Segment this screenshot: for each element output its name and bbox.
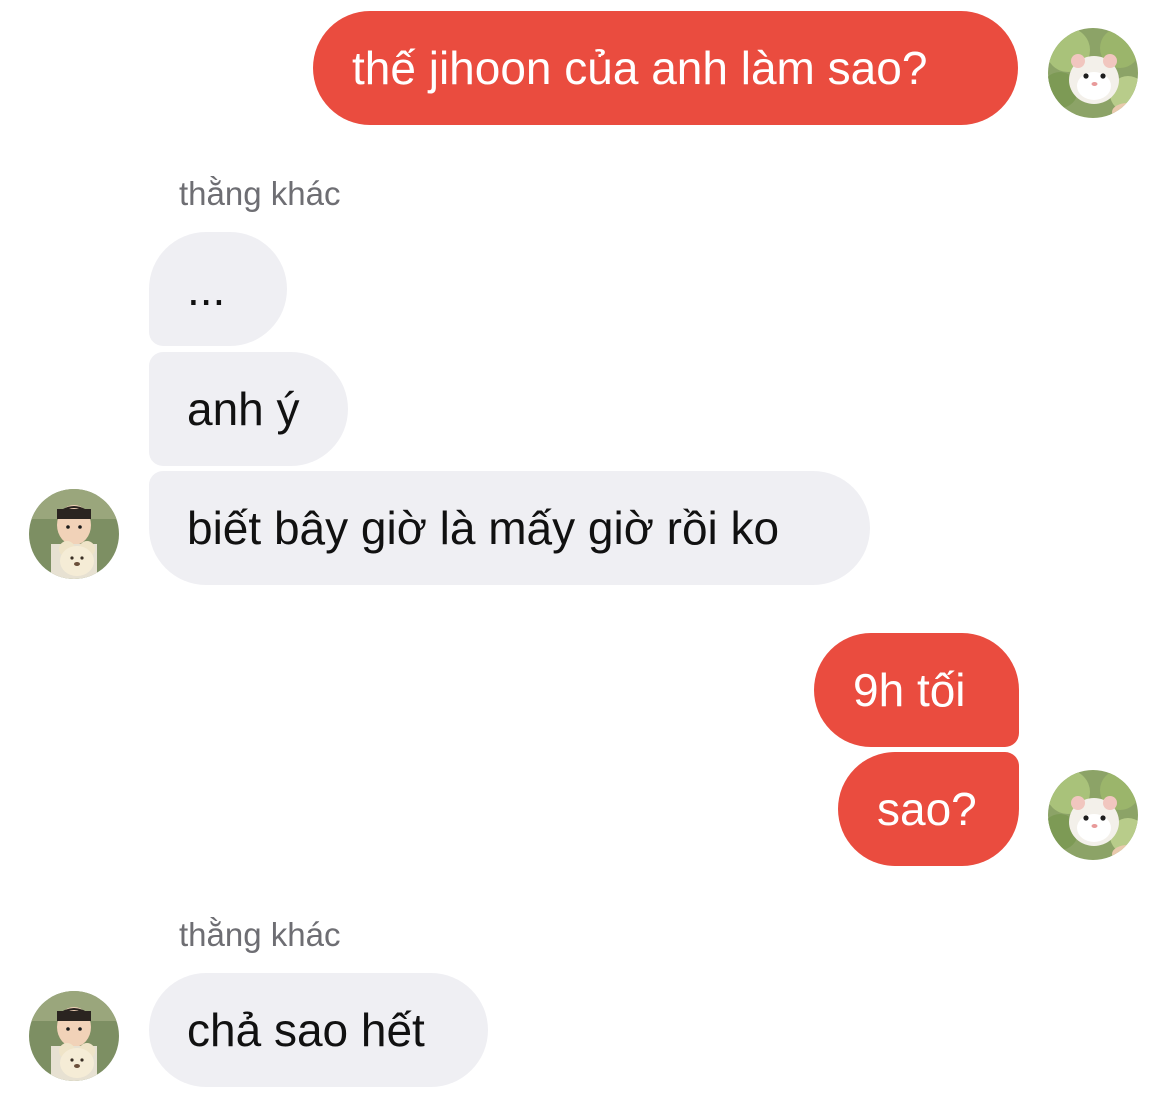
incoming-message-bubble[interactable]: ... [149,232,287,346]
self-avatar[interactable] [1048,28,1138,118]
sender-name: thằng khác [179,175,341,212]
contact-avatar[interactable] [29,991,119,1081]
child-teddy-avatar-image [29,489,119,579]
message-text: sao? [877,783,977,835]
incoming-message-bubble[interactable]: chả sao hết [149,973,488,1087]
self-avatar[interactable] [1048,770,1138,860]
message-text: 9h tối [853,664,966,716]
child-teddy-avatar-image [29,991,119,1081]
message-text: biết bây giờ là mấy giờ rồi ko [187,502,780,554]
incoming-message-bubble[interactable]: biết bây giờ là mấy giờ rồi ko [149,471,870,585]
outgoing-message-bubble[interactable]: sao? [838,752,1019,866]
message-text: anh ý [187,383,300,435]
hamster-avatar-image [1048,28,1138,118]
message-text: ... [187,263,226,315]
hamster-avatar-image [1048,770,1138,860]
contact-avatar[interactable] [29,489,119,579]
sender-name: thằng khác [179,916,341,953]
message-text: chả sao hết [187,1004,425,1056]
incoming-message-bubble[interactable]: anh ý [149,352,348,466]
message-text: thế jihoon của anh làm sao? [352,42,928,94]
outgoing-message-bubble[interactable]: thế jihoon của anh làm sao? [313,11,1018,125]
outgoing-message-bubble[interactable]: 9h tối [814,633,1019,747]
